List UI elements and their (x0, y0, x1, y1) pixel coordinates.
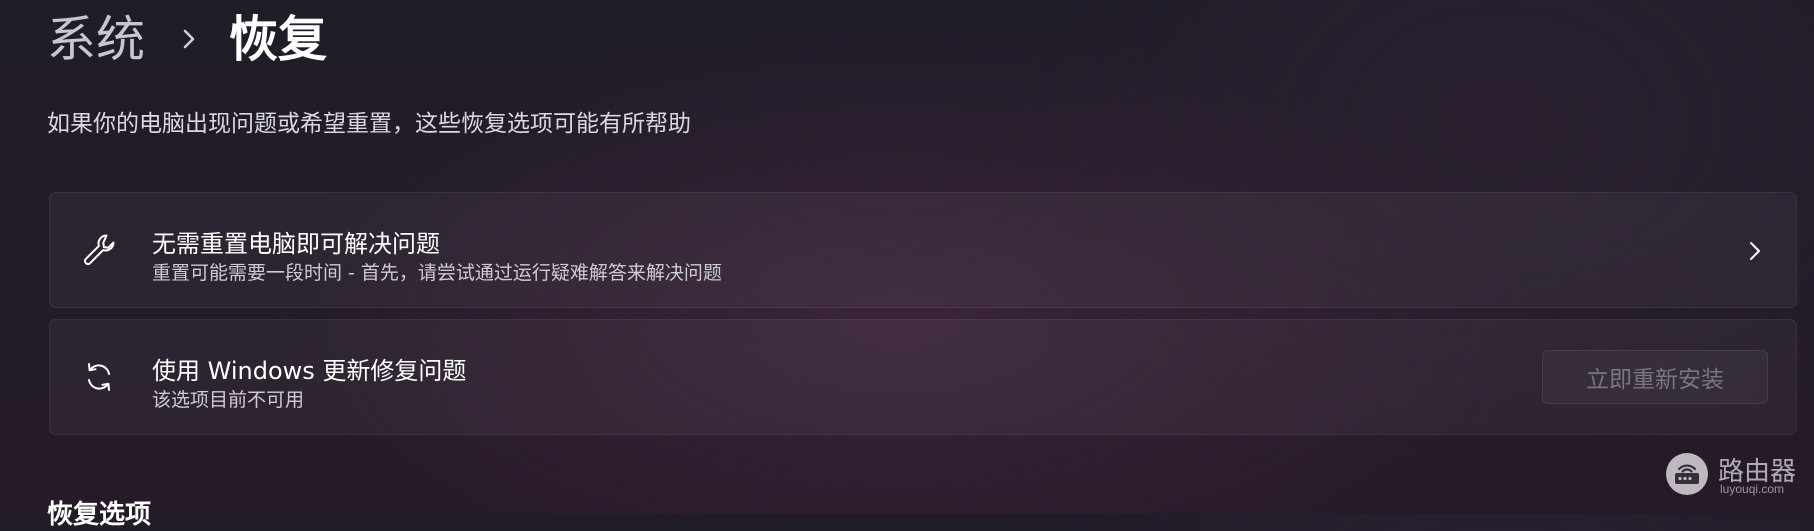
breadcrumb: 系统 恢复 (47, 0, 327, 78)
troubleshoot-title: 无需重置电脑即可解决问题 (152, 230, 440, 258)
troubleshoot-description: 重置可能需要一段时间 - 首先，请尝试通过运行疑难解答来解决问题 (152, 262, 722, 284)
page-subtitle: 如果你的电脑出现问题或希望重置，这些恢复选项可能有所帮助 (47, 111, 691, 137)
windows-update-fix-description: 该选项目前不可用 (152, 389, 305, 411)
windows-update-fix-title: 使用 Windows 更新修复问题 (152, 357, 467, 385)
watermark: 路由器 luyouqi.com (1664, 449, 1796, 497)
windows-update-fix-card: 使用 Windows 更新修复问题 该选项目前不可用 立即重新安装 (49, 319, 1797, 435)
sync-icon (80, 358, 118, 396)
watermark-url: luyouqi.com (1720, 482, 1785, 496)
troubleshoot-card[interactable]: 无需重置电脑即可解决问题 重置可能需要一段时间 - 首先，请尝试通过运行疑难解答… (49, 192, 1797, 308)
router-logo-icon (1664, 451, 1710, 497)
chevron-right-icon[interactable] (1744, 237, 1766, 265)
breadcrumb-parent-system[interactable]: 系统 (47, 15, 145, 64)
page-title: 恢复 (229, 10, 328, 68)
wrench-icon (80, 231, 118, 269)
breadcrumb-separator-icon (175, 22, 203, 56)
reinstall-now-button[interactable]: 立即重新安装 (1542, 350, 1768, 404)
recovery-options-heading: 恢复选项 (47, 500, 152, 530)
